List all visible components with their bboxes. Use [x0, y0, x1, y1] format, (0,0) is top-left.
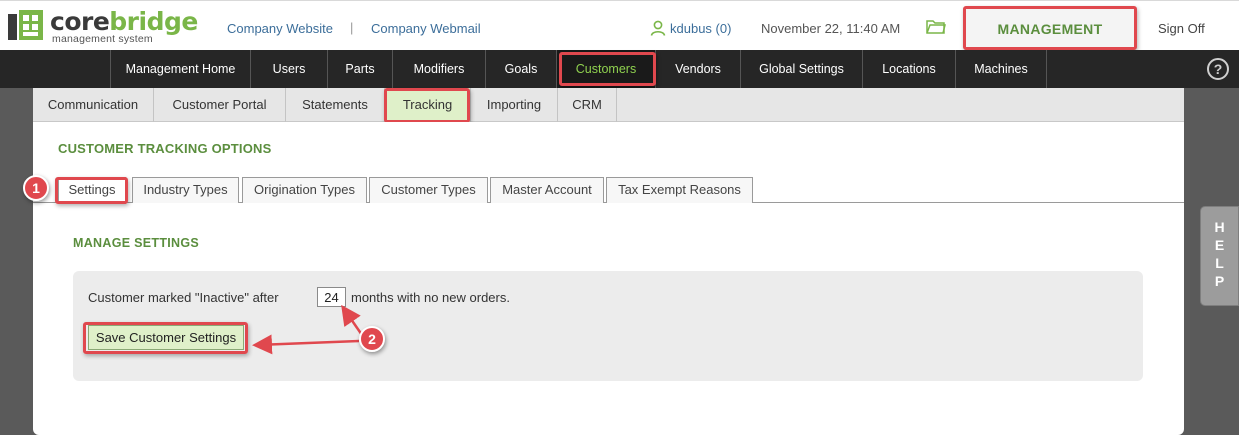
tracking-highlight-box [384, 88, 470, 123]
customers-highlight-box [559, 52, 656, 86]
sign-off-link[interactable]: Sign Off [1158, 21, 1205, 36]
nav-management-home[interactable]: Management Home [110, 50, 251, 88]
subnav-customer-portal[interactable]: Customer Portal [154, 88, 286, 122]
settings-tab-highlight-box [55, 177, 128, 204]
logo-mark-icon [8, 10, 43, 40]
nav-modifiers[interactable]: Modifiers [393, 50, 486, 88]
user-account-link[interactable]: kdubus (0) [670, 21, 731, 36]
company-website-link[interactable]: Company Website [227, 21, 333, 36]
nav-locations[interactable]: Locations [863, 50, 956, 88]
subnav-importing[interactable]: Importing [471, 88, 558, 122]
inactive-months-input[interactable] [317, 287, 346, 307]
user-icon [650, 20, 666, 36]
help-letter: P [1214, 273, 1225, 289]
header-separator: | [350, 20, 354, 35]
nav-parts[interactable]: Parts [328, 50, 393, 88]
nav-users[interactable]: Users [251, 50, 328, 88]
logo-tagline: management system [52, 33, 153, 45]
inactive-label-suffix: months with no new orders. [351, 290, 510, 305]
callout-badge-2: 2 [359, 326, 385, 352]
logo-wordmark: corebridge [50, 7, 198, 36]
help-question-icon[interactable]: ? [1207, 58, 1229, 80]
management-button[interactable]: MANAGEMENT [963, 6, 1137, 50]
callout-badge-1: 1 [23, 175, 49, 201]
nav-vendors[interactable]: Vendors [656, 50, 741, 88]
side-help-tab[interactable]: H E L P [1200, 206, 1239, 306]
save-button-highlight-box [83, 322, 248, 354]
sub-navigation: Communication Customer Portal Statements… [33, 88, 1184, 122]
subnav-statements[interactable]: Statements [286, 88, 385, 122]
folder-icon[interactable] [926, 19, 946, 35]
subnav-communication[interactable]: Communication [33, 88, 154, 122]
help-letter: E [1214, 237, 1225, 253]
tab-customer-types[interactable]: Customer Types [369, 177, 488, 203]
subnav-crm[interactable]: CRM [558, 88, 617, 122]
top-header: corebridge management system Company Web… [0, 0, 1239, 50]
management-label: MANAGEMENT [997, 21, 1103, 37]
page-title: CUSTOMER TRACKING OPTIONS [58, 141, 272, 156]
nav-global-settings[interactable]: Global Settings [741, 50, 863, 88]
tab-master-account[interactable]: Master Account [490, 177, 604, 203]
help-letter: L [1215, 255, 1224, 271]
help-letter: H [1214, 219, 1225, 235]
tab-industry-types[interactable]: Industry Types [132, 177, 239, 203]
inactive-label-prefix: Customer marked "Inactive" after [88, 290, 279, 305]
current-datetime: November 22, 11:40 AM [761, 21, 901, 36]
section-title: MANAGE SETTINGS [73, 236, 200, 250]
nav-machines[interactable]: Machines [956, 50, 1047, 88]
company-webmail-link[interactable]: Company Webmail [371, 21, 481, 36]
tab-tax-exempt-reasons[interactable]: Tax Exempt Reasons [606, 177, 753, 203]
nav-goals[interactable]: Goals [486, 50, 557, 88]
tab-origination-types[interactable]: Origination Types [242, 177, 367, 203]
corebridge-logo[interactable]: corebridge management system [8, 8, 198, 46]
